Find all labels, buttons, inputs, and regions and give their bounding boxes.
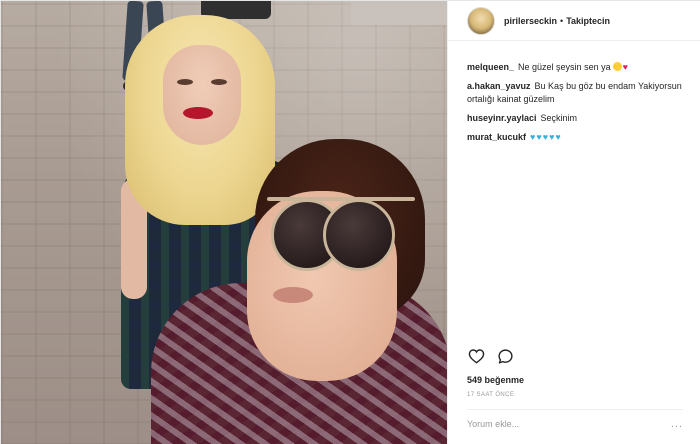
more-options-icon[interactable]: ... (671, 418, 683, 430)
photo-sunglass-lens (323, 199, 395, 271)
comment-item: murat_kucukf ♥♥♥♥♥ (467, 131, 687, 144)
comment-username[interactable]: huseyinr.yaylaci (467, 113, 537, 123)
post-photo[interactable] (1, 1, 447, 444)
photo-sunglass-bar (267, 197, 415, 201)
like-button[interactable] (467, 347, 485, 365)
comment-item: a.hakan_yavuz Bu Kaş bu göz bu endam Yaki… (467, 80, 687, 106)
post-header: pirilerseckin • Takipteсin (448, 1, 700, 41)
photo-eye (177, 79, 193, 85)
comment-username[interactable]: melqueen_ (467, 62, 514, 72)
photo-wall (351, 1, 447, 25)
blue-hearts-emoji-icon: ♥♥♥♥♥ (530, 132, 562, 142)
action-bar (467, 347, 514, 365)
photo-lips (273, 287, 313, 303)
comment-list: melqueen_ Ne güzel şeysin sen ya ♥ a.hakan… (467, 61, 687, 150)
red-heart-emoji-icon: ♥ (622, 62, 628, 72)
post-timestamp[interactable]: 17 SAAT ÖNCE (467, 392, 514, 398)
comment-text: Seçkinim (540, 113, 578, 123)
comment-text: Ne güzel şeysin sen ya (518, 62, 611, 72)
avatar[interactable] (467, 6, 495, 35)
photo-sunglasses-woman (151, 131, 447, 444)
header-separator: • (560, 15, 564, 26)
post-sidebar: pirilerseckin • Takipteсin melqueen_ Ne g… (447, 1, 700, 444)
comment-username[interactable]: murat_kucukf (467, 132, 526, 142)
comment-username[interactable]: a.hakan_yavuz (467, 81, 531, 91)
likes-count[interactable]: 549 beğenme (467, 375, 524, 385)
photo-red-lips (183, 107, 213, 119)
follow-status-button[interactable]: Takipteсin (566, 16, 610, 26)
heart-outline-icon (468, 349, 484, 364)
heart-eyes-emoji-icon (612, 62, 622, 71)
photo-eye (211, 79, 227, 85)
author-username[interactable]: pirilerseckin (504, 16, 557, 26)
comment-item: huseyinr.yaylaci Seçkinim (467, 112, 687, 125)
add-comment-bar: ... (467, 409, 683, 437)
photo-face-1 (163, 45, 241, 145)
instagram-post: pirilerseckin • Takipteсin melqueen_ Ne g… (0, 0, 700, 444)
comment-button[interactable] (496, 347, 514, 365)
comment-item: melqueen_ Ne güzel şeysin sen ya ♥ (467, 61, 687, 74)
comment-bubble-icon (497, 348, 513, 364)
comment-input[interactable] (467, 418, 637, 429)
